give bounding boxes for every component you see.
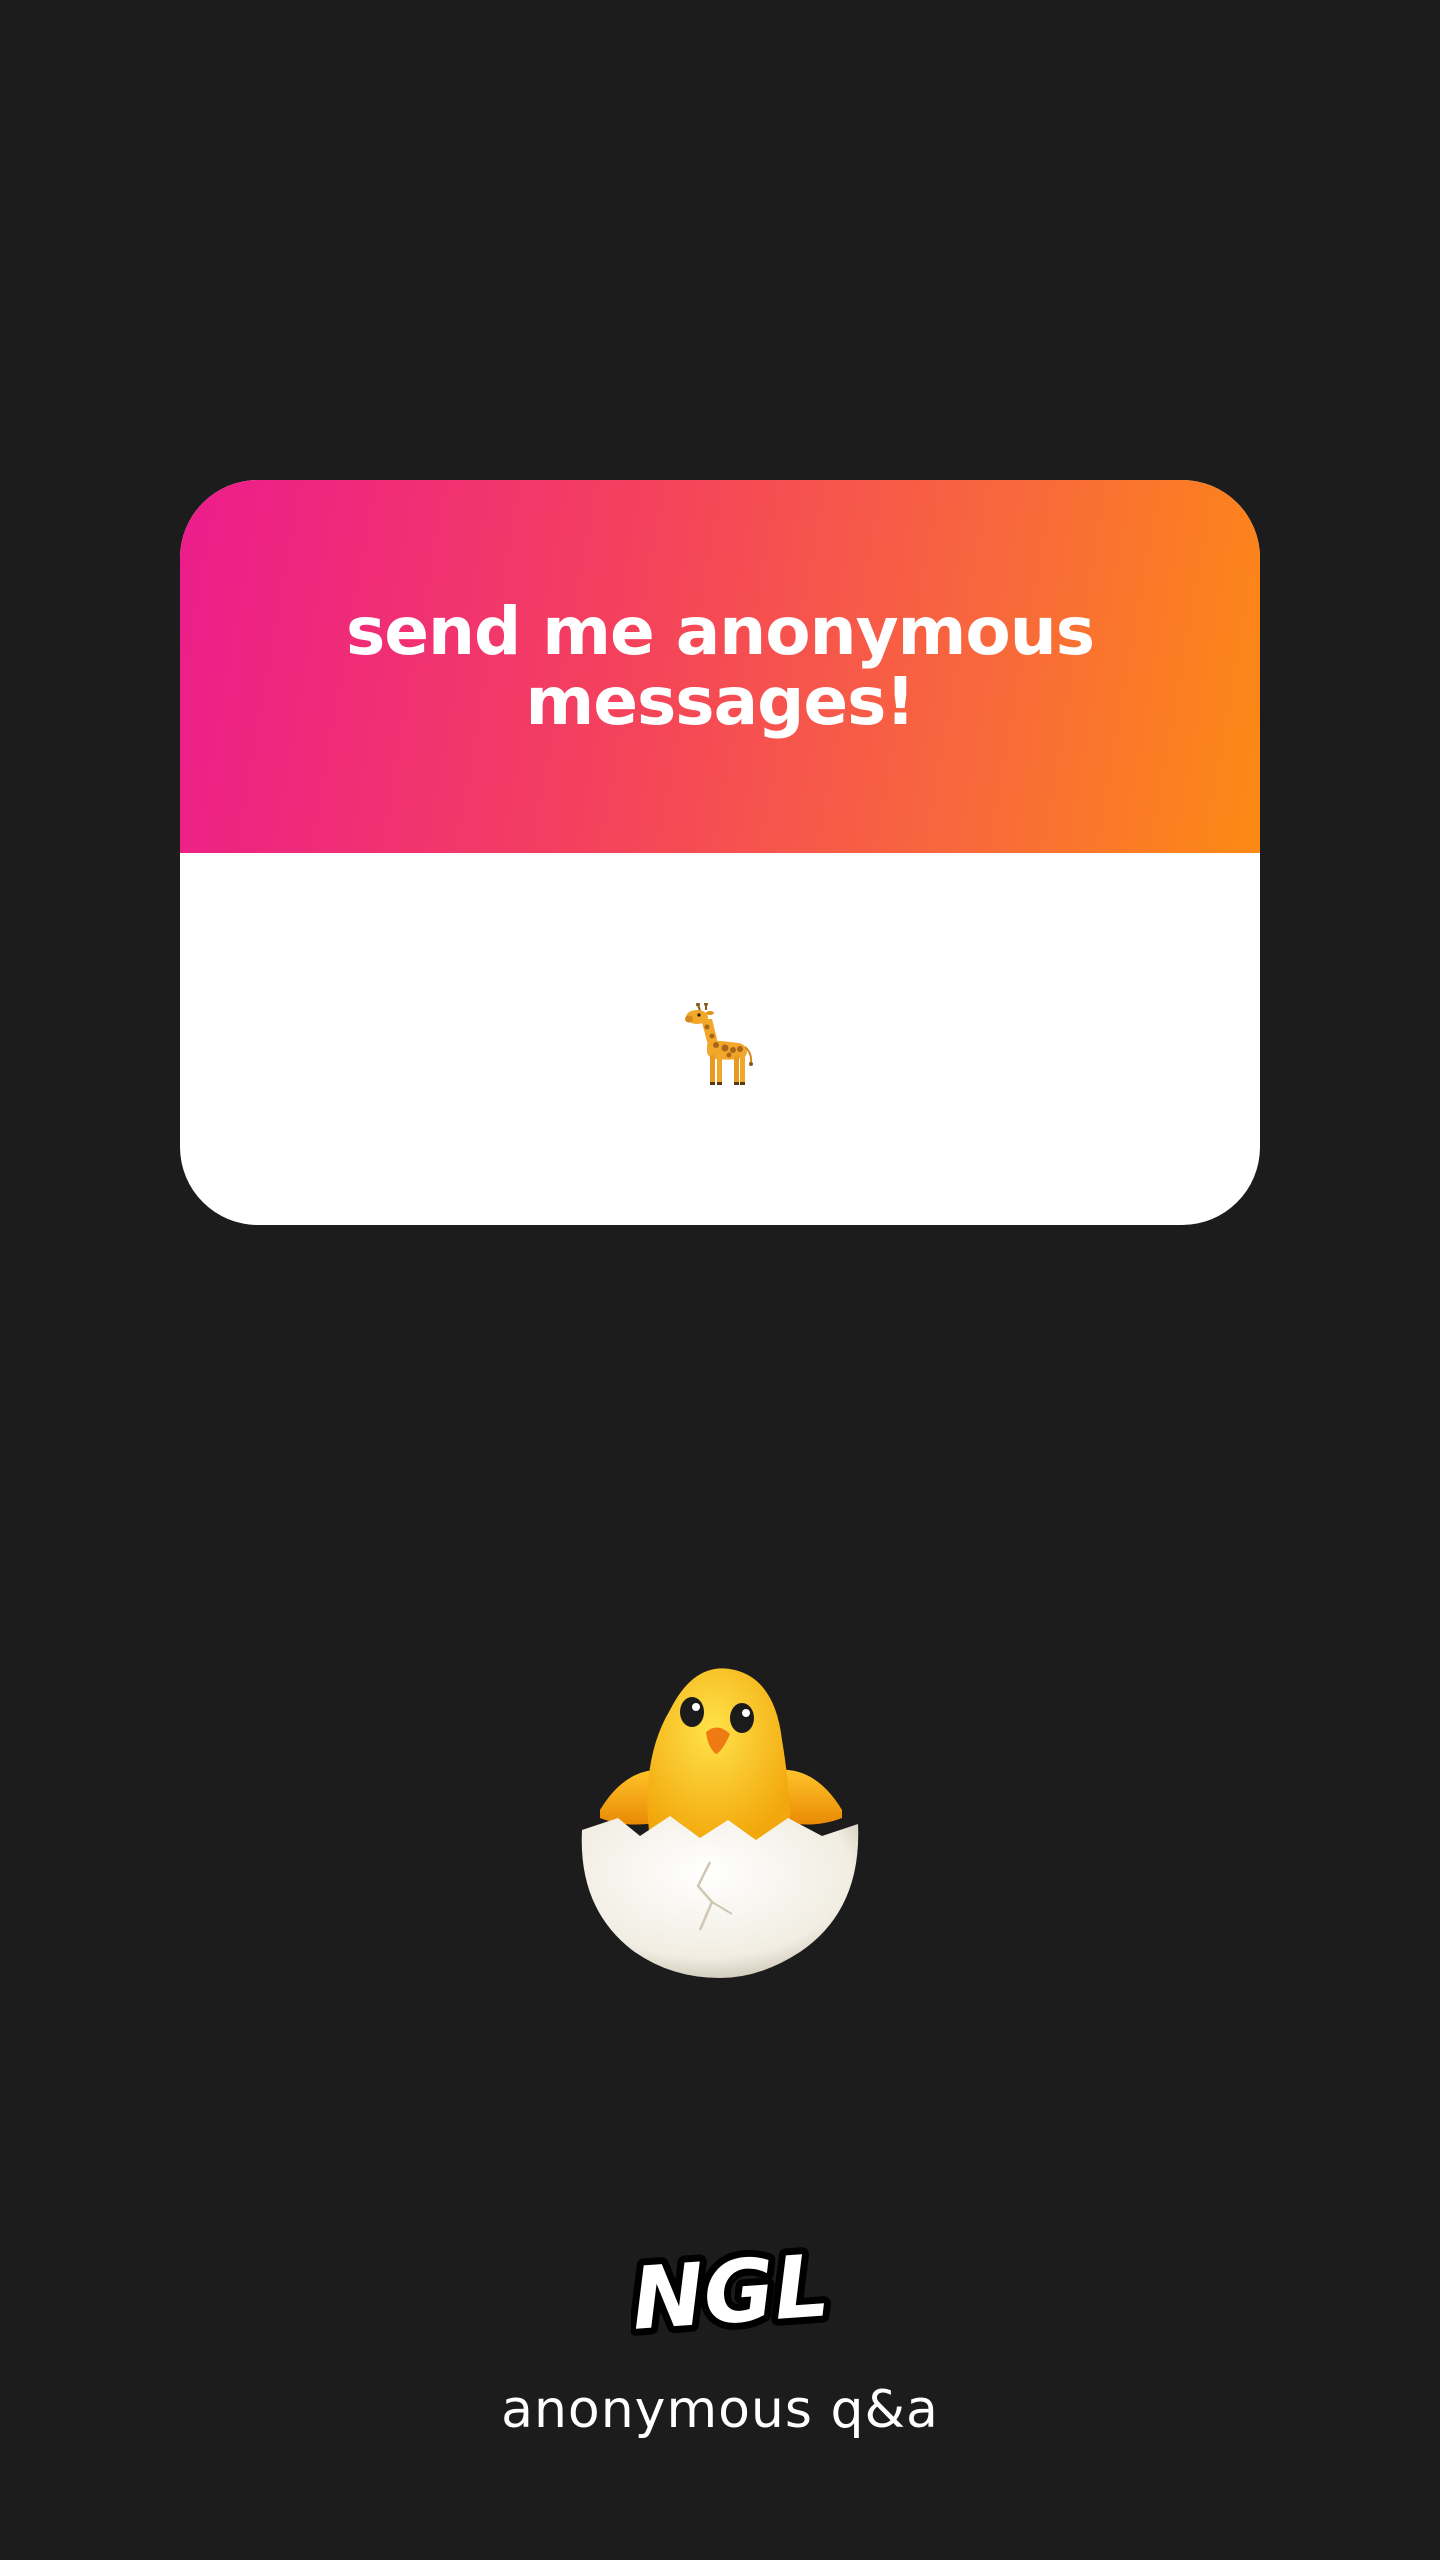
card-body (180, 853, 1260, 1225)
brand-logo-area: NGL (0, 2240, 1440, 2354)
ngl-logo: NGL (631, 2240, 831, 2350)
card-header: send me anonymous messages! (180, 480, 1260, 853)
hatching-chick-icon (581, 1668, 859, 1978)
tagline: anonymous q&a (501, 2380, 939, 2440)
prompt-card[interactable]: send me anonymous messages! (180, 480, 1260, 1225)
svg-text:NGL: NGL (631, 2240, 831, 2350)
card-title: send me anonymous messages! (345, 592, 1095, 740)
giraffe-icon (685, 1003, 753, 1085)
